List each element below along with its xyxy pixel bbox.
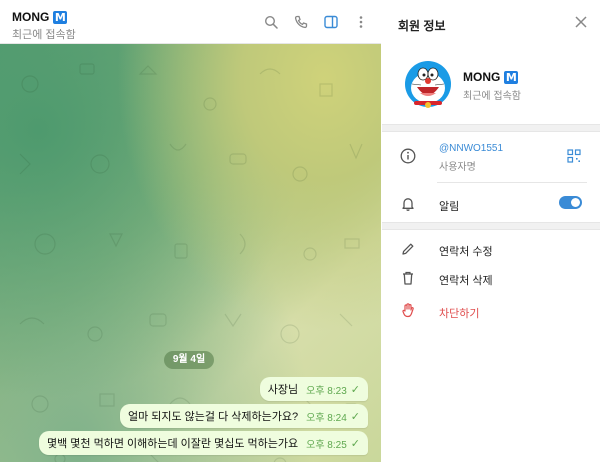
sidebar-toggle-icon[interactable] bbox=[323, 14, 339, 30]
qr-code-icon[interactable] bbox=[567, 149, 581, 163]
read-check-icon: ✓ bbox=[350, 437, 360, 450]
trash-icon bbox=[399, 269, 417, 287]
more-vertical-icon[interactable] bbox=[353, 14, 369, 30]
chat-name: MONG bbox=[12, 10, 50, 24]
profile-name-text: MONG bbox=[463, 70, 501, 84]
search-icon[interactable] bbox=[263, 14, 279, 30]
chat-background: 9월 4일 사장님 오후 8:23 ✓ 얼마 되지도 않는걸 다 삭제하는가요?… bbox=[0, 44, 381, 475]
section-divider bbox=[382, 124, 600, 132]
delete-contact-button[interactable]: 연락처 삭제 bbox=[439, 272, 493, 288]
message-time: 오후 8:24 bbox=[306, 412, 347, 424]
phone-icon[interactable] bbox=[293, 14, 309, 30]
message-text: 사장님 bbox=[267, 384, 299, 396]
close-icon[interactable] bbox=[574, 15, 588, 29]
message-bubble[interactable]: 몇백 몇천 먹하면 이해하는데 이잘란 몇십도 먹하는가요 오후 8:25 ✓ bbox=[39, 431, 368, 455]
profile-status: 최근에 접속함 bbox=[463, 91, 521, 102]
chat-status: 최근에 접속함 bbox=[12, 29, 76, 41]
chat-pane: MONG M 최근에 접속함 9월 4일 사장님 오후 8:23 ✓ 얼마 되지… bbox=[0, 0, 381, 475]
message-time: 오후 8:23 bbox=[306, 385, 347, 397]
message-bubble[interactable]: 사장님 오후 8:23 ✓ bbox=[259, 377, 368, 401]
notifications-label: 알림 bbox=[439, 201, 460, 213]
username-label: 사용자명 bbox=[439, 162, 476, 173]
info-circle-icon bbox=[399, 147, 417, 165]
user-info-panel: 회원 정보 MONG M 최근에 접속함 @NNWO1551 사용자명 알림 연… bbox=[382, 0, 600, 475]
m-badge-icon: M bbox=[504, 70, 519, 84]
message-composer[interactable] bbox=[0, 462, 381, 475]
message-bubble[interactable]: 얼마 되지도 않는걸 다 삭제하는가요? 오후 8:24 ✓ bbox=[119, 404, 368, 428]
chat-header[interactable]: MONG M 최근에 접속함 bbox=[0, 0, 381, 44]
message-time: 오후 8:25 bbox=[306, 439, 347, 451]
block-user-button[interactable]: 차단하기 bbox=[439, 305, 479, 321]
read-check-icon: ✓ bbox=[350, 383, 360, 396]
username-link[interactable]: @NNWO1551 bbox=[439, 143, 503, 154]
hand-stop-icon bbox=[399, 301, 417, 319]
avatar[interactable] bbox=[402, 57, 454, 109]
section-divider bbox=[382, 222, 600, 230]
notifications-toggle[interactable] bbox=[559, 196, 582, 209]
row-divider bbox=[437, 182, 587, 183]
bell-icon bbox=[399, 195, 417, 213]
pencil-icon bbox=[399, 240, 417, 258]
info-header: 회원 정보 bbox=[382, 0, 600, 44]
read-check-icon: ✓ bbox=[350, 410, 360, 423]
chat-title[interactable]: MONG M bbox=[12, 10, 68, 24]
message-text: 몇백 몇천 먹하면 이해하는데 이잘란 몇십도 먹하는가요 bbox=[47, 438, 299, 450]
date-chip: 9월 4일 bbox=[164, 351, 214, 369]
profile-name: MONG M bbox=[463, 70, 519, 84]
m-badge-icon: M bbox=[53, 10, 68, 24]
message-text: 얼마 되지도 않는걸 다 삭제하는가요? bbox=[127, 411, 299, 423]
info-title: 회원 정보 bbox=[398, 19, 446, 33]
edit-contact-button[interactable]: 연락처 수정 bbox=[439, 243, 493, 259]
